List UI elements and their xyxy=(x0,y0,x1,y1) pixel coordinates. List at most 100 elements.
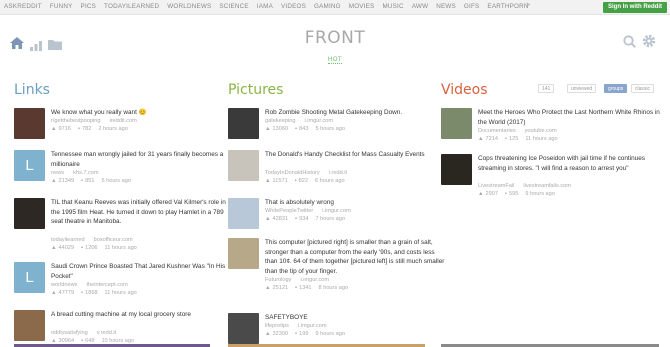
post-thumbnail[interactable]: L xyxy=(14,150,45,181)
post-title[interactable]: This computer [pictured right] is smalle… xyxy=(265,238,447,276)
post-title[interactable]: TIL that Keanu Reeves was initially offe… xyxy=(51,198,226,227)
post-title[interactable]: The Donald's Handy Checklist for Mass Ca… xyxy=(265,150,447,160)
post-thumbnail[interactable] xyxy=(441,108,472,139)
upvote-icon[interactable]: ▲ xyxy=(478,191,484,197)
upvote-icon[interactable]: ▲ xyxy=(51,245,57,251)
subreddit-link[interactable]: WORLDNEWS xyxy=(167,3,211,10)
classic-toggle[interactable]: classic xyxy=(631,84,655,93)
post-subreddit[interactable]: gatekeeping xyxy=(265,118,295,124)
subreddit-link[interactable]: ASKREDDIT xyxy=(4,3,42,10)
post-subreddit[interactable]: Documentaries xyxy=(478,128,516,134)
folder-icon[interactable] xyxy=(48,37,62,55)
upvote-icon[interactable]: ▲ xyxy=(265,178,271,184)
post-thumbnail[interactable] xyxy=(441,154,472,185)
post-thumbnail[interactable] xyxy=(228,150,259,181)
post-title[interactable]: We know what you really want 😊 xyxy=(51,108,226,118)
post-comments[interactable]: 595 xyxy=(509,191,518,197)
subreddit-link[interactable]: TODAYILEARNED xyxy=(104,3,159,10)
gear-icon[interactable] xyxy=(642,34,656,53)
post-thumbnail[interactable] xyxy=(228,198,259,229)
search-icon[interactable] xyxy=(623,35,636,53)
post-comments[interactable]: 934 xyxy=(299,216,308,222)
post-comments[interactable]: 199 xyxy=(299,331,308,337)
unviewed-toggle[interactable]: unviewed xyxy=(567,84,597,93)
comment-icon[interactable]: ▪ xyxy=(295,216,297,222)
post-thumbnail[interactable] xyxy=(228,313,259,344)
post-thumbnail[interactable] xyxy=(228,238,259,269)
post-subreddit[interactable]: oddlysatisfying xyxy=(51,330,88,336)
post-comments[interactable]: 125 xyxy=(509,136,518,142)
post-domain[interactable]: livestreamfails.com xyxy=(523,183,571,189)
subreddit-link[interactable]: SCIENCE xyxy=(219,3,248,10)
subreddit-link[interactable]: NEWS xyxy=(436,3,456,10)
post-thumbnail[interactable]: L xyxy=(14,262,45,293)
post-comments[interactable]: 851 xyxy=(85,178,94,184)
post-domain[interactable]: khs.7.com xyxy=(73,170,99,176)
upvote-icon[interactable]: ▲ xyxy=(51,338,57,344)
comment-icon[interactable]: ▪ xyxy=(81,178,83,184)
post-thumbnail[interactable] xyxy=(14,310,45,341)
post-thumbnail[interactable] xyxy=(14,198,45,229)
upvote-icon[interactable]: ▲ xyxy=(265,331,271,337)
front-logo[interactable]: FRONT HOT xyxy=(300,28,370,66)
post-subreddit[interactable]: LivestreamFail xyxy=(478,183,514,189)
post-subreddit[interactable]: todayilearned xyxy=(51,237,85,243)
post-title[interactable]: A bread cutting machine at my local groc… xyxy=(51,310,226,320)
upvote-icon[interactable]: ▲ xyxy=(51,126,57,132)
subreddit-link[interactable]: MOVIES xyxy=(349,3,375,10)
post-subreddit[interactable]: news xyxy=(51,170,64,176)
post-domain[interactable]: ireddit.com xyxy=(109,118,136,124)
comment-icon[interactable]: ▪ xyxy=(81,245,83,251)
post-comments[interactable]: 648 xyxy=(85,338,94,344)
subreddit-link[interactable]: FUNNY xyxy=(50,3,73,10)
subreddit-link[interactable]: GAMING xyxy=(314,3,341,10)
post-subreddit[interactable]: worldnews xyxy=(51,282,77,288)
sort-hot-label[interactable]: HOT xyxy=(327,57,343,64)
upvote-icon[interactable]: ▲ xyxy=(51,290,57,296)
comment-icon[interactable]: ▪ xyxy=(81,338,83,344)
post-domain[interactable]: v.redd.it xyxy=(97,330,116,336)
post-domain[interactable]: i.redd.it xyxy=(329,170,347,176)
post-comments[interactable]: 782 xyxy=(82,126,91,132)
post-subreddit[interactable]: TodayInDonaldHistory xyxy=(265,170,320,176)
post-subreddit[interactable]: WhitePeopleTwitter xyxy=(265,208,313,214)
post-domain[interactable]: i.imgur.com xyxy=(298,323,327,329)
post-comments[interactable]: 1868 xyxy=(85,290,97,296)
subreddit-link[interactable]: IAMA xyxy=(257,3,273,10)
post-comments[interactable]: 843 xyxy=(299,126,308,132)
signin-button[interactable]: Sign In with Reddit xyxy=(603,2,667,13)
comment-icon[interactable]: ▪ xyxy=(295,126,297,132)
subreddit-link[interactable]: EARTHPORN xyxy=(487,3,528,10)
comment-icon[interactable]: ▪ xyxy=(505,191,507,197)
subreddit-link[interactable]: GIFS xyxy=(464,3,480,10)
post-domain[interactable]: theintercept.com xyxy=(86,282,127,288)
post-thumbnail[interactable] xyxy=(14,108,45,139)
post-title[interactable]: Cops threatening Ice Poseidon with jail … xyxy=(478,154,668,173)
upvote-icon[interactable]: ▲ xyxy=(478,136,484,142)
post-title[interactable]: SAFETYBOYE xyxy=(265,313,447,323)
post-domain[interactable]: i.imgur.com xyxy=(304,118,333,124)
upvote-icon[interactable]: ▲ xyxy=(51,178,57,184)
comment-icon[interactable]: ▪ xyxy=(505,136,507,142)
post-title[interactable]: Saudi Crown Prince Boasted That Jared Ku… xyxy=(51,262,226,281)
post-subreddit[interactable]: r/getthebestpooping xyxy=(51,118,100,124)
post-comments[interactable]: 1341 xyxy=(299,285,311,291)
upvote-icon[interactable]: ▲ xyxy=(265,285,271,291)
upvote-icon[interactable]: ▲ xyxy=(265,126,271,132)
post-thumbnail[interactable] xyxy=(228,108,259,139)
subreddit-link[interactable]: VIDEOS xyxy=(281,3,306,10)
post-domain[interactable]: boxofficeur.com xyxy=(94,237,133,243)
comment-icon[interactable]: ▪ xyxy=(78,126,80,132)
upvote-icon[interactable]: ▲ xyxy=(265,216,271,222)
subreddit-link[interactable]: PICS xyxy=(81,3,97,10)
comment-icon[interactable]: ▪ xyxy=(295,331,297,337)
comment-icon[interactable]: ▪ xyxy=(295,178,297,184)
post-comments[interactable]: 1206 xyxy=(85,245,97,251)
post-comments[interactable]: 822 xyxy=(299,178,308,184)
groups-toggle[interactable]: groups xyxy=(604,84,628,93)
post-subreddit[interactable]: Futurology xyxy=(265,277,291,283)
post-subreddit[interactable]: lifeprotips xyxy=(265,323,289,329)
comment-icon[interactable]: ▪ xyxy=(81,290,83,296)
post-domain[interactable]: i.imgur.com xyxy=(300,277,329,283)
post-domain[interactable]: i.imgur.com xyxy=(322,208,351,214)
